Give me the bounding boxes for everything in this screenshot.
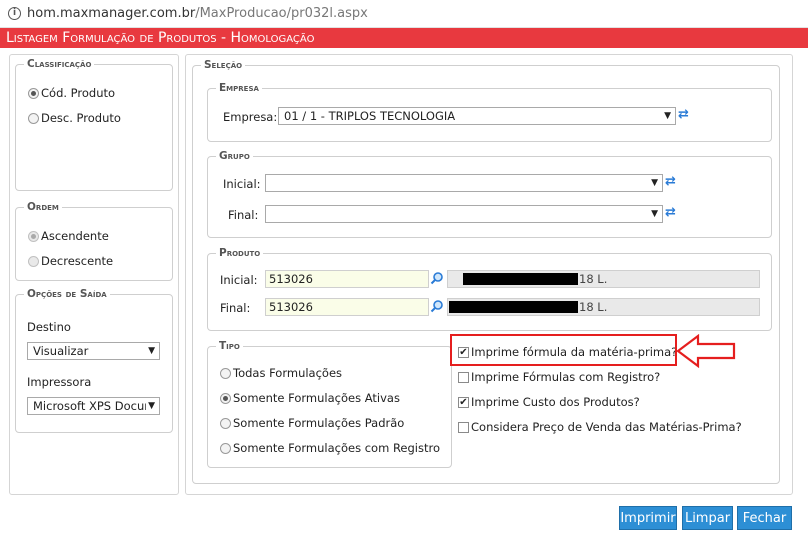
check-imprime-formulas-registro[interactable]: Imprime Fórmulas com Registro?: [458, 370, 660, 384]
dropdown-arrow-icon: ▼: [651, 209, 658, 219]
produto-inicial-code-input[interactable]: 513026: [265, 270, 429, 288]
grupo-group: Grupo: [207, 150, 772, 238]
radio-button[interactable]: [28, 112, 39, 124]
checkbox[interactable]: [458, 421, 469, 433]
radio-label: Desc. Produto: [41, 111, 121, 125]
search-produto-final-icon[interactable]: [430, 299, 444, 313]
produto-final-label: Final:: [220, 301, 251, 315]
destino-value: Visualizar: [33, 344, 89, 358]
radio-somente-padrao[interactable]: Somente Formulações Padrão: [220, 416, 404, 430]
checkbox[interactable]: [458, 371, 469, 383]
radio-label: Cód. Produto: [41, 86, 116, 100]
grupo-inicial-label: Inicial:: [223, 177, 261, 191]
grupo-inicial-select[interactable]: ▼: [265, 174, 663, 192]
radio-label: Todas Formulações: [233, 366, 343, 380]
radio-button[interactable]: [220, 417, 231, 429]
radio-label: Ascendente: [41, 229, 109, 243]
classificacao-legend: Classificação: [27, 58, 92, 70]
radio-somente-registro[interactable]: Somente Formulações com Registro: [220, 441, 440, 455]
url-path: /MaxProducao/pr032l.aspx: [195, 6, 368, 21]
impressora-value: Microsoft XPS Docur: [33, 399, 149, 413]
produto-legend: Produto: [219, 247, 261, 259]
radio-button[interactable]: [220, 392, 231, 404]
radio-button[interactable]: [220, 442, 231, 454]
empresa-label: Empresa:: [223, 110, 278, 124]
impressora-select[interactable]: Microsoft XPS Docur ▼: [27, 397, 160, 415]
grupo-legend: Grupo: [219, 150, 250, 162]
checkbox-label: Imprime Fórmulas com Registro?: [471, 370, 661, 384]
redaction-bar: [463, 273, 578, 285]
produto-inicial-label: Inicial:: [220, 273, 258, 287]
fechar-button[interactable]: Fechar: [737, 506, 792, 530]
tipo-legend: Tipo: [219, 340, 240, 352]
radio-button[interactable]: [28, 230, 39, 242]
produto-inicial-desc-suffix: 18 L.: [579, 272, 608, 286]
checkbox-label: Imprime Custo dos Produtos?: [471, 395, 640, 409]
radio-button[interactable]: [28, 255, 39, 267]
dropdown-arrow-icon: ▼: [651, 178, 658, 188]
radio-label: Somente Formulações Ativas: [233, 391, 400, 405]
browser-address-bar[interactable]: i hom.maxmanager.com.br/MaxProducao/pr03…: [0, 0, 808, 28]
radio-desc-produto[interactable]: Desc. Produto: [28, 111, 121, 125]
grupo-final-select[interactable]: ▼: [265, 205, 663, 223]
url-text[interactable]: hom.maxmanager.com.br/MaxProducao/pr032l…: [27, 6, 368, 21]
dropdown-arrow-icon: ▼: [664, 111, 671, 121]
radio-button[interactable]: [28, 87, 39, 99]
left-arrow-icon: [676, 334, 736, 368]
radio-decrescente[interactable]: Decrescente: [28, 254, 113, 268]
opcoes-saida-legend: Opções de Saída: [27, 288, 107, 300]
grupo-final-label: Final:: [228, 208, 259, 222]
empresa-select[interactable]: 01 / 1 - TRIPLOS TECNOLOGIA ▼: [278, 107, 676, 125]
radio-label: Somente Formulações com Registro: [233, 441, 440, 455]
imprimir-button[interactable]: Imprimir: [619, 506, 677, 530]
refresh-empresa-icon[interactable]: ⇄: [678, 108, 692, 122]
check-imprime-custo-produtos[interactable]: ✔ Imprime Custo dos Produtos?: [458, 395, 640, 409]
radio-button[interactable]: [220, 367, 231, 379]
url-host: hom.maxmanager.com.br: [27, 6, 196, 21]
check-considera-preco-venda[interactable]: Considera Preço de Venda das Matérias-Pr…: [458, 420, 742, 434]
refresh-grupo-inicial-icon[interactable]: ⇄: [665, 175, 679, 189]
produto-final-code-input[interactable]: 513026: [265, 298, 429, 316]
radio-todas-formulacoes[interactable]: Todas Formulações: [220, 366, 342, 380]
checkbox[interactable]: ✔: [458, 396, 469, 408]
radio-somente-ativas[interactable]: Somente Formulações Ativas: [220, 391, 400, 405]
empresa-value: 01 / 1 - TRIPLOS TECNOLOGIA: [284, 109, 456, 123]
dropdown-arrow-icon: ▼: [148, 346, 155, 356]
site-info-icon[interactable]: i: [8, 7, 21, 20]
ordem-legend: Ordem: [27, 201, 59, 213]
radio-label: Somente Formulações Padrão: [233, 416, 405, 430]
dropdown-arrow-icon: ▼: [146, 398, 155, 414]
checkbox-label: Considera Preço de Venda das Matérias-Pr…: [471, 420, 742, 434]
radio-cod-produto[interactable]: Cód. Produto: [28, 86, 115, 100]
search-produto-inicial-icon[interactable]: [430, 271, 444, 285]
highlight-box: [450, 334, 677, 366]
limpar-button[interactable]: Limpar: [682, 506, 733, 530]
page-title: Listagem Formulação de Produtos - Homolo…: [0, 28, 808, 48]
impressora-label: Impressora: [27, 375, 92, 389]
destino-label: Destino: [27, 320, 71, 334]
selecao-legend: Seleção: [204, 59, 243, 71]
empresa-legend: Empresa: [219, 82, 259, 94]
produto-final-desc-suffix: 18 L.: [579, 300, 608, 314]
radio-label: Decrescente: [41, 254, 114, 268]
refresh-grupo-final-icon[interactable]: ⇄: [665, 206, 679, 220]
radio-ascendente[interactable]: Ascendente: [28, 229, 109, 243]
redaction-bar: [449, 301, 578, 313]
destino-select[interactable]: Visualizar ▼: [27, 342, 160, 360]
produto-group: Produto: [207, 247, 772, 331]
